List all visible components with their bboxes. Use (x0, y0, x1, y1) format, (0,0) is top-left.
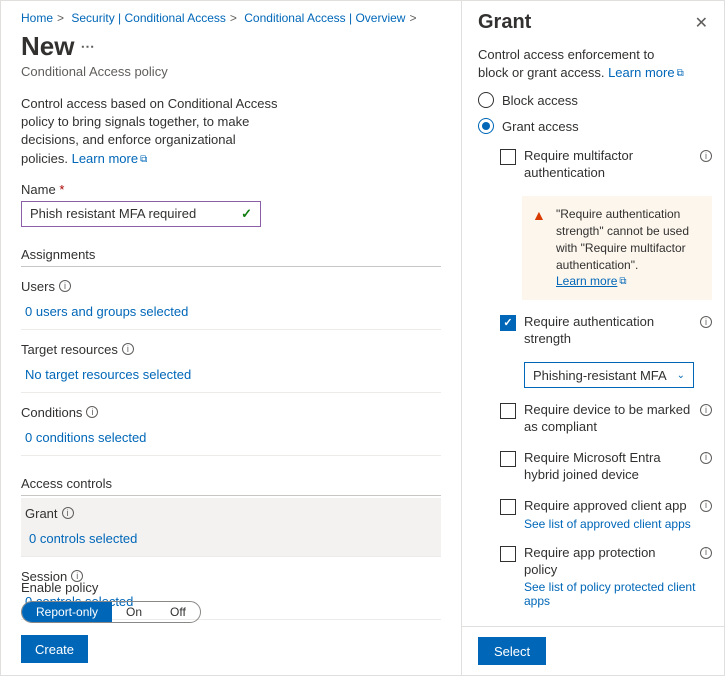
external-link-icon: ⧉ (677, 67, 684, 81)
info-icon[interactable]: i (700, 150, 712, 162)
checkbox-icon (500, 403, 516, 419)
policy-description: Control access based on Conditional Acce… (21, 95, 281, 168)
pill-on[interactable]: On (112, 602, 156, 622)
external-link-icon: ⧉ (619, 275, 626, 289)
checkbox-require-compliant-device[interactable]: Require device to be marked as compliant… (500, 402, 712, 436)
protection-apps-link[interactable]: See list of policy protected client apps (524, 580, 712, 608)
warning-icon: ▲ (532, 206, 546, 226)
page-title: New ⋯ (21, 31, 441, 62)
select-button[interactable]: Select (478, 637, 546, 665)
grant-label: Grant (25, 506, 58, 521)
checkbox-icon (500, 149, 516, 165)
auth-strength-dropdown[interactable]: Phishing-resistant MFA ⌄ (524, 362, 694, 388)
info-icon[interactable]: i (62, 507, 74, 519)
create-button[interactable]: Create (21, 635, 88, 663)
checkbox-require-hybrid-joined[interactable]: Require Microsoft Entra hybrid joined de… (500, 450, 712, 484)
pill-off[interactable]: Off (156, 602, 200, 622)
approved-apps-link[interactable]: See list of approved client apps (524, 517, 712, 531)
breadcrumb: Home> Security | Conditional Access> Con… (21, 11, 441, 25)
checkbox-icon (500, 499, 516, 515)
checkbox-icon (500, 546, 516, 562)
section-assignments: Assignments (21, 247, 441, 267)
panel-title: Grant (478, 11, 531, 34)
radio-icon (478, 92, 494, 108)
warning-message: ▲ "Require authentication strength" cann… (522, 196, 712, 300)
enable-policy-toggle[interactable]: Report-only On Off (21, 601, 201, 623)
info-icon[interactable]: i (700, 316, 712, 328)
conditions-label: Conditions (21, 405, 82, 420)
name-label: Name * (21, 182, 441, 197)
crumb-security[interactable]: Security | Conditional Access (71, 11, 226, 25)
grant-link[interactable]: 0 controls selected (25, 527, 437, 548)
checkbox-require-app-protection[interactable]: Require app protection policy i (500, 545, 712, 579)
radio-icon (478, 118, 494, 134)
warning-learn-more-link[interactable]: Learn more⧉ (556, 274, 627, 288)
info-icon[interactable]: i (59, 280, 71, 292)
checkbox-require-approved-app[interactable]: Require approved client app i (500, 498, 712, 515)
info-icon[interactable]: i (700, 547, 712, 559)
close-icon[interactable]: ✕ (695, 13, 708, 33)
checkbox-require-auth-strength[interactable]: Require authentication strength i (500, 314, 712, 348)
info-icon[interactable]: i (122, 343, 134, 355)
conditions-link[interactable]: 0 conditions selected (21, 426, 441, 456)
pill-report-only[interactable]: Report-only (22, 602, 112, 622)
radio-grant-access[interactable]: Grant access (478, 118, 712, 134)
info-icon[interactable]: i (86, 406, 98, 418)
info-icon[interactable]: i (700, 500, 712, 512)
page-subtitle: Conditional Access policy (21, 64, 441, 79)
targets-label: Target resources (21, 342, 118, 357)
info-icon[interactable]: i (700, 452, 712, 464)
external-link-icon: ⧉ (140, 153, 147, 167)
checkbox-icon (500, 315, 516, 331)
checkbox-icon (500, 451, 516, 467)
more-menu-icon[interactable]: ⋯ (80, 38, 94, 55)
policy-name-input[interactable]: Phish resistant MFA required ✓ (21, 201, 261, 227)
info-icon[interactable]: i (700, 404, 712, 416)
panel-learn-more-link[interactable]: Learn more⧉ (608, 65, 684, 80)
crumb-overview[interactable]: Conditional Access | Overview (244, 11, 405, 25)
section-access-controls: Access controls (21, 476, 441, 496)
checkbox-require-mfa[interactable]: Require multifactor authentication i (500, 148, 712, 182)
enable-policy-label: Enable policy (21, 580, 441, 595)
learn-more-link[interactable]: Learn more⧉ (72, 151, 148, 166)
targets-link[interactable]: No target resources selected (21, 363, 441, 393)
panel-description: Control access enforcement to block or g… (478, 46, 688, 82)
users-link[interactable]: 0 users and groups selected (21, 300, 441, 330)
validation-check-icon: ✓ (241, 206, 252, 222)
chevron-down-icon: ⌄ (677, 370, 685, 381)
users-label: Users (21, 279, 55, 294)
radio-block-access[interactable]: Block access (478, 92, 712, 108)
crumb-home[interactable]: Home (21, 11, 53, 25)
